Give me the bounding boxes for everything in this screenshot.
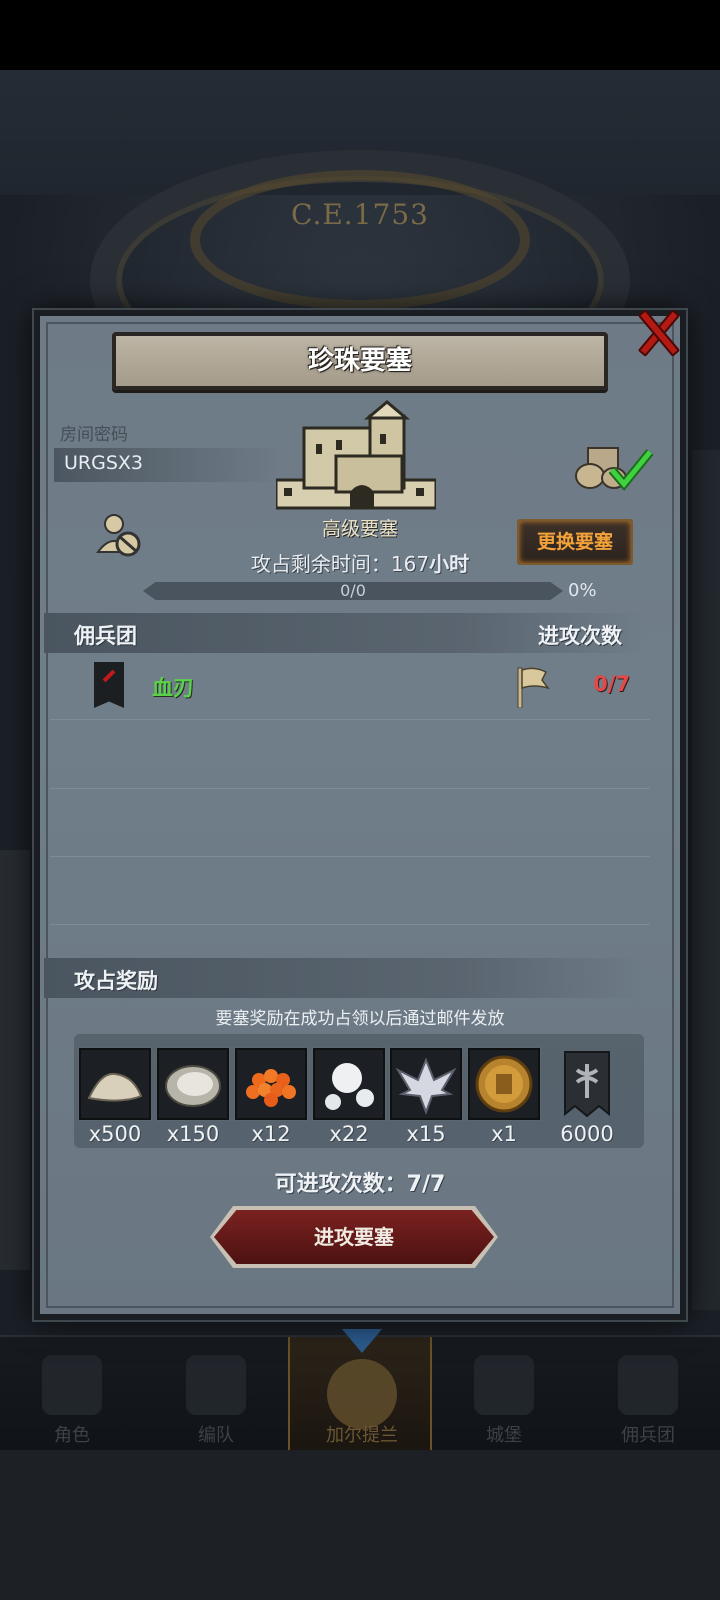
roe-icon [235, 1048, 307, 1120]
nav-tab-castle[interactable]: 城堡 [432, 1337, 576, 1452]
nav-tab-mercenary[interactable]: 佣兵团 [576, 1337, 720, 1452]
room-code-label: 房间密码 [60, 425, 128, 445]
attack-fortress-label: 进攻要塞 [314, 1225, 394, 1249]
merc-section-title: 佣兵团 [74, 624, 137, 648]
reward-note: 要塞奖励在成功占领以后通过邮件发放 [215, 1009, 505, 1029]
oyster-icon [157, 1048, 229, 1120]
mercenary-icon [618, 1355, 678, 1415]
nav-tab-galtiran[interactable]: 加尔提兰 [288, 1329, 432, 1452]
room-code-value[interactable]: URGSX3 [64, 452, 143, 474]
attacks-header: 进攻次数 [538, 624, 622, 648]
world-emblem-icon [327, 1359, 397, 1429]
sand-pile-icon [79, 1048, 151, 1120]
merc-banner-icon [94, 662, 124, 708]
calendar-dial-inner [190, 170, 530, 310]
attack-fortress-button[interactable]: 进攻要塞 [214, 1210, 494, 1264]
nav-label: 编队 [198, 1425, 234, 1446]
occupy-time-label: 攻占剩余时间： [250, 552, 391, 576]
reward-section-title: 攻占奖励 [74, 969, 158, 993]
supply-check-icon[interactable] [574, 442, 654, 492]
reward-qty: 6000 [560, 1122, 614, 1146]
nav-tab-formation[interactable]: 编队 [144, 1337, 288, 1452]
title-plate: 珍珠要塞 [112, 332, 608, 390]
game-screen: C.E.1753 角色 编队 加尔提兰 城堡 佣兵团 珍珠要塞 房间密码 URG… [0, 0, 720, 1600]
merc-row[interactable]: 血刃 0/7 [50, 652, 650, 720]
occupy-progress-bar: 0/0 [143, 582, 563, 600]
empty-row-divider [50, 788, 650, 789]
flag-icon [517, 667, 550, 708]
left-side-panel [0, 850, 30, 1270]
castle-icon [474, 1355, 534, 1415]
attack-count: 可进攻次数：7/7 [0, 1166, 720, 1198]
nav-label: 城堡 [486, 1425, 522, 1446]
axe-banner-icon [551, 1048, 623, 1120]
progress-text: 0/0 [340, 581, 366, 600]
attack-count-label: 可进攻次数： [274, 1172, 407, 1197]
knight-coin-icon [468, 1048, 540, 1120]
character-icon [42, 1355, 102, 1415]
pearl-icon [313, 1048, 385, 1120]
chevron-down-icon [342, 1329, 382, 1355]
bottom-nav: 角色 编队 加尔提兰 城堡 佣兵团 [0, 1329, 720, 1452]
attack-count-value: 7/7 [406, 1172, 446, 1197]
empty-row-divider [50, 924, 650, 925]
dialog-title: 珍珠要塞 [307, 346, 412, 376]
reward-qty: x1 [491, 1122, 517, 1146]
merc-attack-count: 0/7 [593, 672, 630, 696]
nav-label: 角色 [54, 1425, 90, 1446]
progress-percent: 0% [568, 580, 597, 601]
fortress-icon [276, 400, 436, 510]
merc-name: 血刃 [152, 676, 194, 700]
occupy-time-remaining: 攻占剩余时间：167小时 [0, 548, 720, 577]
nav-label: 佣兵团 [621, 1425, 675, 1446]
formation-icon [186, 1355, 246, 1415]
empty-row-divider [50, 856, 650, 857]
nav-tab-character[interactable]: 角色 [0, 1337, 144, 1452]
era-label: C.E.1753 [291, 198, 429, 231]
occupy-time-unit: 小时 [429, 552, 470, 576]
occupy-time-value: 167 [390, 552, 430, 576]
nav-label: 加尔提兰 [326, 1425, 398, 1446]
status-bar-area [0, 0, 720, 70]
bottom-filler [0, 1450, 720, 1600]
wing-emblem-icon [390, 1048, 462, 1120]
close-button[interactable] [632, 306, 686, 358]
